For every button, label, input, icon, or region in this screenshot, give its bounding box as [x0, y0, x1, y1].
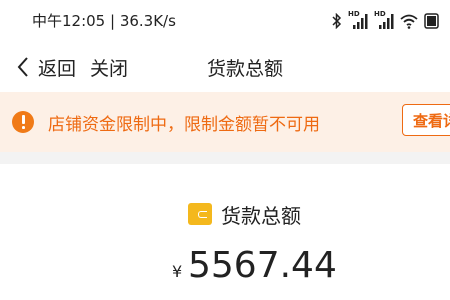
signal-icon: HD — [374, 10, 394, 30]
view-details-button[interactable]: 查看详 — [402, 104, 450, 136]
close-button[interactable]: 关闭 — [90, 54, 128, 81]
back-chevron-icon[interactable] — [16, 56, 30, 78]
back-button[interactable]: 返回 — [38, 54, 76, 81]
status-time-speed: 中午12:05 | 36.3K/s — [32, 12, 176, 30]
notice-text: 店铺资金限制中，限制金额暂不可用 — [48, 115, 320, 135]
wallet-icon — [188, 203, 212, 225]
balance-amount: 5567.44 — [188, 245, 337, 286]
notice-bar: 店铺资金限制中，限制金额暂不可用 — [0, 92, 450, 152]
page-title: 货款总额 — [207, 58, 284, 80]
section-divider — [0, 152, 450, 164]
warning-icon — [12, 111, 34, 133]
battery-icon — [424, 13, 439, 29]
status-bar: 中午12:05 | 36.3K/s HD HD — [0, 0, 450, 44]
nav-bar: 返回 关闭 货款总额 — [0, 44, 450, 90]
currency-symbol: ¥ — [172, 262, 183, 281]
wifi-icon — [400, 14, 418, 29]
balance-label: 货款总额 — [221, 204, 301, 228]
signal-icon: HD — [348, 10, 368, 30]
bluetooth-icon — [332, 13, 342, 29]
status-icons: HD HD — [332, 10, 440, 30]
